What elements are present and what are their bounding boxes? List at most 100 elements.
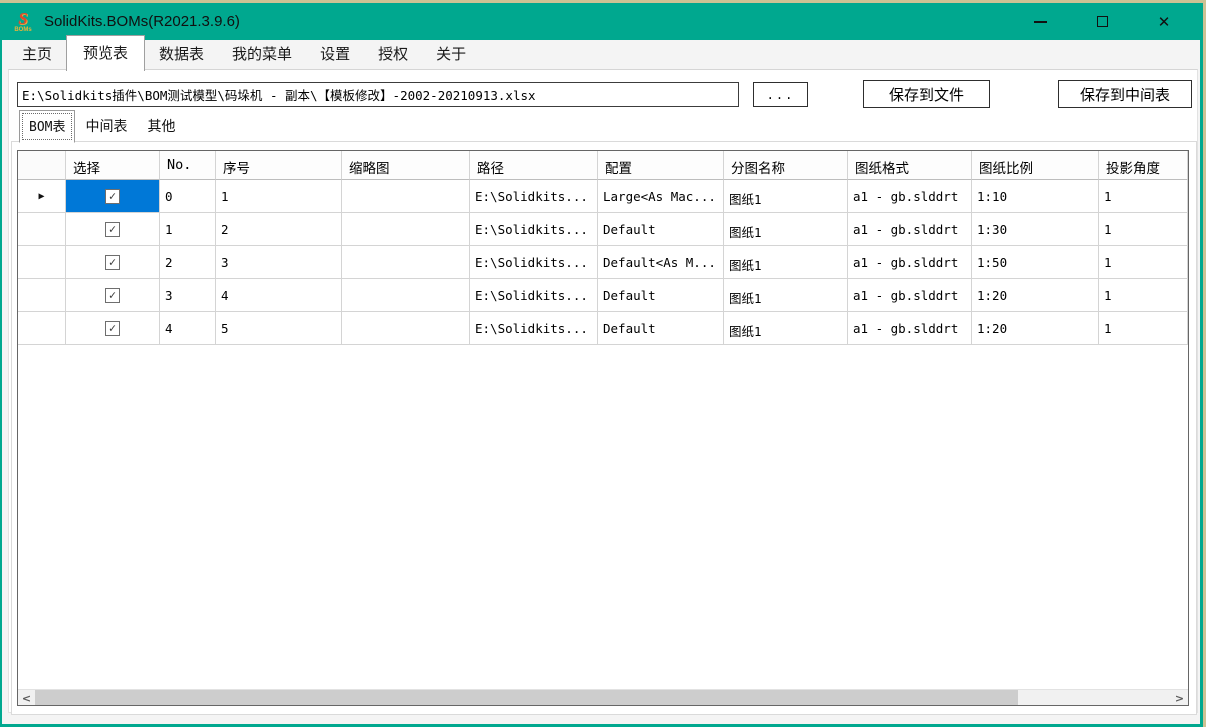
cell-select[interactable]: ✓ <box>66 312 160 345</box>
row-selector[interactable] <box>18 213 66 246</box>
cell-scale[interactable]: 1:20 <box>972 279 1099 312</box>
cell-no[interactable]: 1 <box>160 213 216 246</box>
browse-button[interactable]: ... <box>753 82 808 107</box>
tab-settings[interactable]: 设置 <box>306 38 364 70</box>
cell-sheet-name[interactable]: 图纸1 <box>724 312 848 345</box>
col-header-sheet-format[interactable]: 图纸格式 <box>848 151 972 180</box>
cell-seq[interactable]: 4 <box>216 279 342 312</box>
cell-seq[interactable]: 1 <box>216 180 342 213</box>
cell-seq[interactable]: 2 <box>216 213 342 246</box>
col-header-seq[interactable]: 序号 <box>216 151 342 180</box>
cell-path[interactable]: E:\Solidkits... <box>470 312 598 345</box>
subtab-bom-table[interactable]: BOM表 <box>19 110 75 143</box>
save-to-file-button[interactable]: 保存到文件 <box>863 80 990 108</box>
cell-path[interactable]: E:\Solidkits... <box>470 279 598 312</box>
cell-sheet-format[interactable]: a1 - gb.slddrt <box>848 213 972 246</box>
col-header-thumbnail[interactable]: 缩略图 <box>342 151 470 180</box>
cell-no[interactable]: 0 <box>160 180 216 213</box>
chevron-left-icon: < <box>22 692 31 705</box>
cell-path[interactable]: E:\Solidkits... <box>470 246 598 279</box>
cell-no[interactable]: 4 <box>160 312 216 345</box>
cell-select[interactable]: ✓ <box>66 180 160 213</box>
cell-path[interactable]: E:\Solidkits... <box>470 180 598 213</box>
cell-thumbnail[interactable] <box>342 246 470 279</box>
cell-select[interactable]: ✓ <box>66 213 160 246</box>
window-controls: ✕ <box>1009 3 1195 40</box>
cell-scale[interactable]: 1:50 <box>972 246 1099 279</box>
tab-home[interactable]: 主页 <box>8 38 66 70</box>
cell-sheet-name[interactable]: 图纸1 <box>724 213 848 246</box>
tab-my-menu[interactable]: 我的菜单 <box>218 38 306 70</box>
app-logo-icon: S BOMs <box>10 7 36 37</box>
minimize-button[interactable] <box>1009 3 1071 40</box>
cell-sheet-name[interactable]: 图纸1 <box>724 180 848 213</box>
cell-thumbnail[interactable] <box>342 279 470 312</box>
cell-projection[interactable]: 1 <box>1099 279 1188 312</box>
tab-about[interactable]: 关于 <box>422 38 480 70</box>
checkbox-checked[interactable]: ✓ <box>105 288 120 303</box>
cell-sheet-name[interactable]: 图纸1 <box>724 279 848 312</box>
cell-projection[interactable]: 1 <box>1099 213 1188 246</box>
cell-select[interactable]: ✓ <box>66 279 160 312</box>
cell-config[interactable]: Default <box>598 279 724 312</box>
cell-thumbnail[interactable] <box>342 312 470 345</box>
checkbox-checked[interactable]: ✓ <box>105 222 120 237</box>
close-button[interactable]: ✕ <box>1133 3 1195 40</box>
row-header-corner[interactable] <box>18 151 66 180</box>
scrollbar-thumb[interactable] <box>35 690 1018 706</box>
col-header-config[interactable]: 配置 <box>598 151 724 180</box>
col-header-scale[interactable]: 图纸比例 <box>972 151 1099 180</box>
cell-thumbnail[interactable] <box>342 213 470 246</box>
grid-header-row: 选择 No. 序号 缩略图 路径 配置 分图名称 图纸格式 图纸比例 投影角度 <box>18 151 1188 180</box>
tab-data-table[interactable]: 数据表 <box>145 38 218 70</box>
cell-select[interactable]: ✓ <box>66 246 160 279</box>
cell-projection[interactable]: 1 <box>1099 180 1188 213</box>
row-selector[interactable] <box>18 312 66 345</box>
scroll-right-button[interactable]: > <box>1171 690 1188 706</box>
checkbox-checked[interactable]: ✓ <box>105 321 120 336</box>
col-header-path[interactable]: 路径 <box>470 151 598 180</box>
cell-no[interactable]: 2 <box>160 246 216 279</box>
cell-projection[interactable]: 1 <box>1099 312 1188 345</box>
current-row-arrow-icon: ▶ <box>38 191 44 202</box>
cell-sheet-format[interactable]: a1 - gb.slddrt <box>848 312 972 345</box>
save-to-intermediate-button[interactable]: 保存到中间表 <box>1058 80 1192 108</box>
cell-projection[interactable]: 1 <box>1099 246 1188 279</box>
cell-scale[interactable]: 1:10 <box>972 180 1099 213</box>
col-header-no[interactable]: No. <box>160 151 216 180</box>
cell-config[interactable]: Default<As M... <box>598 246 724 279</box>
col-header-sheet-name[interactable]: 分图名称 <box>724 151 848 180</box>
table-row: ✓ 1 2 E:\Solidkits... Default 图纸1 a1 - g… <box>18 213 1188 246</box>
cell-sheet-format[interactable]: a1 - gb.slddrt <box>848 246 972 279</box>
minimize-icon <box>1034 21 1047 23</box>
cell-config[interactable]: Default <box>598 213 724 246</box>
cell-config[interactable]: Large<As Mac... <box>598 180 724 213</box>
cell-seq[interactable]: 3 <box>216 246 342 279</box>
cell-no[interactable]: 3 <box>160 279 216 312</box>
checkbox-checked[interactable]: ✓ <box>105 255 120 270</box>
col-header-projection[interactable]: 投影角度 <box>1099 151 1188 180</box>
cell-sheet-format[interactable]: a1 - gb.slddrt <box>848 279 972 312</box>
col-header-select[interactable]: 选择 <box>66 151 160 180</box>
checkbox-checked[interactable]: ✓ <box>105 189 120 204</box>
cell-sheet-name[interactable]: 图纸1 <box>724 246 848 279</box>
maximize-button[interactable] <box>1071 3 1133 40</box>
subtab-other[interactable]: 其他 <box>137 112 185 142</box>
cell-scale[interactable]: 1:30 <box>972 213 1099 246</box>
cell-scale[interactable]: 1:20 <box>972 312 1099 345</box>
subtab-intermediate-table[interactable]: 中间表 <box>75 112 137 142</box>
cell-seq[interactable]: 5 <box>216 312 342 345</box>
file-path-input[interactable] <box>17 82 739 107</box>
row-selector[interactable] <box>18 279 66 312</box>
horizontal-scrollbar[interactable]: < > <box>18 689 1188 705</box>
tab-preview-table[interactable]: 预览表 <box>66 35 145 71</box>
cell-config[interactable]: Default <box>598 312 724 345</box>
row-selector[interactable]: ▶ <box>18 180 66 213</box>
cell-thumbnail[interactable] <box>342 180 470 213</box>
row-selector[interactable] <box>18 246 66 279</box>
cell-path[interactable]: E:\Solidkits... <box>470 213 598 246</box>
scroll-left-button[interactable]: < <box>18 690 35 706</box>
main-tab-strip: 主页 预览表 数据表 我的菜单 设置 授权 关于 <box>8 42 1198 70</box>
tab-authorization[interactable]: 授权 <box>364 38 422 70</box>
cell-sheet-format[interactable]: a1 - gb.slddrt <box>848 180 972 213</box>
